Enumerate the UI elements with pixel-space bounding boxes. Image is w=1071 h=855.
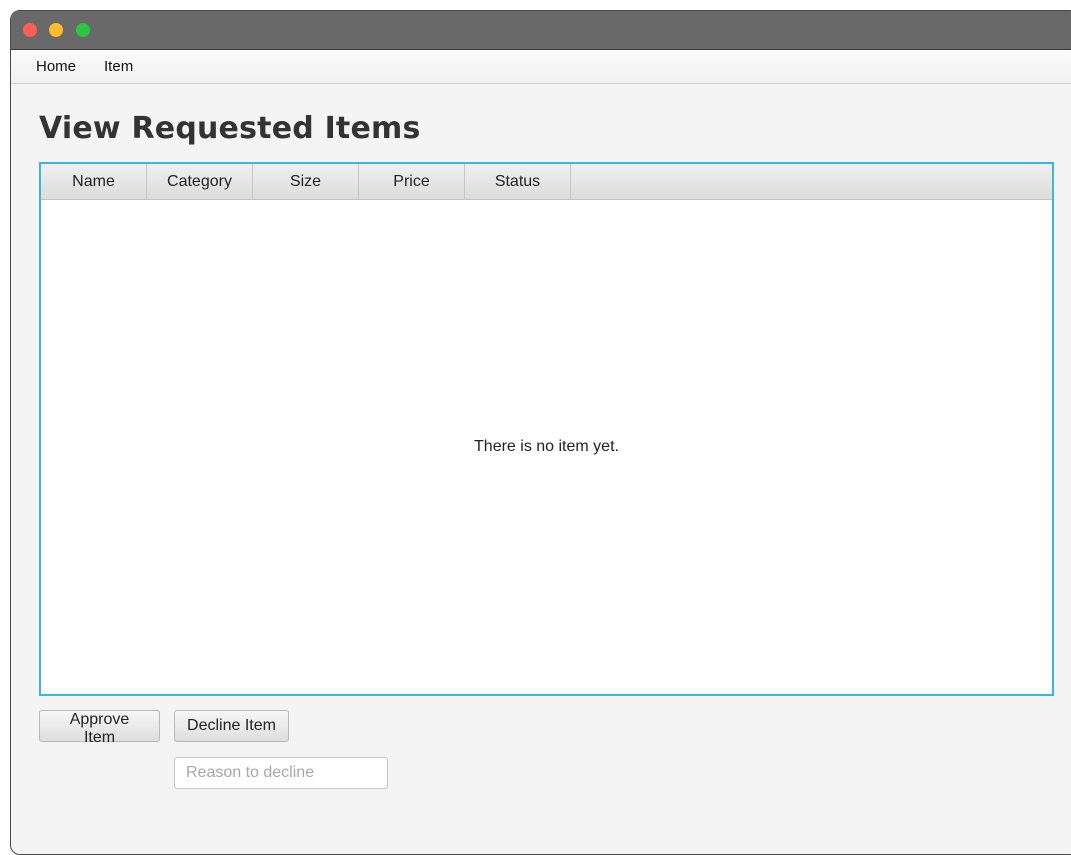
minimize-window-icon[interactable] bbox=[49, 23, 63, 37]
empty-table-message: There is no item yet. bbox=[474, 438, 619, 455]
page-title: View Requested Items bbox=[39, 111, 421, 146]
menu-home[interactable]: Home bbox=[36, 54, 76, 79]
column-header-name[interactable]: Name bbox=[41, 164, 147, 199]
column-header-status[interactable]: Status bbox=[465, 164, 571, 199]
app-window: Home Item View Requested Items Name Cate… bbox=[10, 10, 1071, 855]
table-header: Name Category Size Price Status bbox=[41, 164, 1052, 200]
column-header-price[interactable]: Price bbox=[359, 164, 465, 199]
decline-item-button[interactable]: Decline Item bbox=[174, 710, 289, 742]
maximize-window-icon[interactable] bbox=[76, 23, 90, 37]
column-header-filler bbox=[571, 164, 1052, 199]
column-header-size[interactable]: Size bbox=[253, 164, 359, 199]
column-header-category[interactable]: Category bbox=[147, 164, 253, 199]
decline-reason-input[interactable] bbox=[174, 757, 388, 789]
approve-item-button[interactable]: Approve Item bbox=[39, 710, 160, 746]
title-bar bbox=[11, 11, 1071, 50]
menu-item[interactable]: Item bbox=[104, 54, 133, 79]
requested-items-table[interactable]: Name Category Size Price Status There is… bbox=[39, 162, 1054, 696]
close-window-icon[interactable] bbox=[23, 23, 37, 37]
menu-bar: Home Item bbox=[11, 50, 1071, 84]
